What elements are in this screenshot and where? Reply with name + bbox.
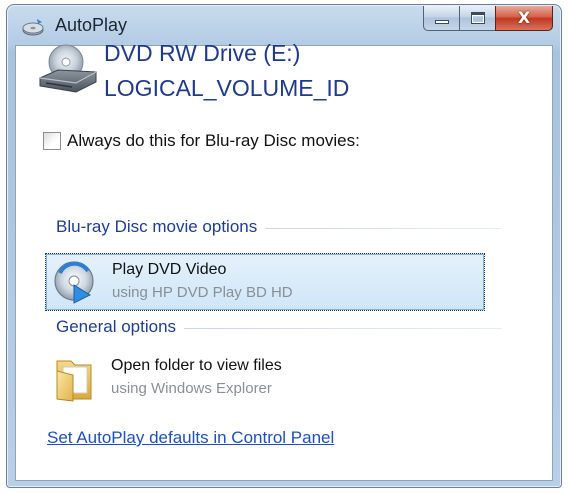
open-folder-title: Open folder to view files — [111, 357, 282, 374]
maximize-button[interactable] — [459, 6, 495, 31]
minimize-button[interactable] — [423, 6, 459, 31]
section-divider — [184, 327, 502, 329]
bluray-options-header: Blu-ray Disc movie options — [56, 216, 502, 238]
general-options-header: General options — [56, 316, 502, 338]
volume-label: LOGICAL_VOLUME_ID — [104, 75, 350, 101]
close-button[interactable]: X — [495, 6, 553, 31]
caption-buttons: X — [423, 6, 553, 32]
play-disc-icon — [54, 261, 94, 304]
folder-icon — [56, 360, 92, 402]
dvd-drive-icon — [39, 44, 97, 93]
minimize-icon — [435, 20, 449, 24]
autoplay-defaults-link[interactable]: Set AutoPlay defaults in Control Panel — [47, 428, 334, 448]
bluray-options-title: Blu-ray Disc movie options — [56, 217, 258, 236]
drive-name: DVD RW Drive (E:) — [104, 40, 301, 66]
window-title: AutoPlay — [55, 15, 128, 35]
play-dvd-video-option[interactable]: Play DVD Video using HP DVD Play BD HD — [45, 253, 485, 311]
always-do-this-option[interactable]: Always do this for Blu-ray Disc movies: — [43, 130, 360, 152]
autoplay-app-icon — [22, 19, 44, 36]
always-do-this-label: Always do this for Blu-ray Disc movies: — [67, 131, 360, 150]
play-dvd-video-title: Play DVD Video — [112, 261, 227, 278]
section-divider — [265, 227, 502, 229]
play-dvd-video-subtitle: using HP DVD Play BD HD — [112, 284, 293, 301]
open-folder-subtitle: using Windows Explorer — [111, 380, 272, 397]
open-folder-option[interactable]: Open folder to view files using Windows … — [45, 350, 485, 408]
close-icon: X — [517, 8, 531, 27]
always-do-this-checkbox[interactable] — [43, 132, 61, 150]
maximize-icon — [471, 12, 485, 24]
title-bar[interactable]: AutoPlay X — [7, 5, 561, 45]
general-options-title: General options — [56, 317, 177, 336]
